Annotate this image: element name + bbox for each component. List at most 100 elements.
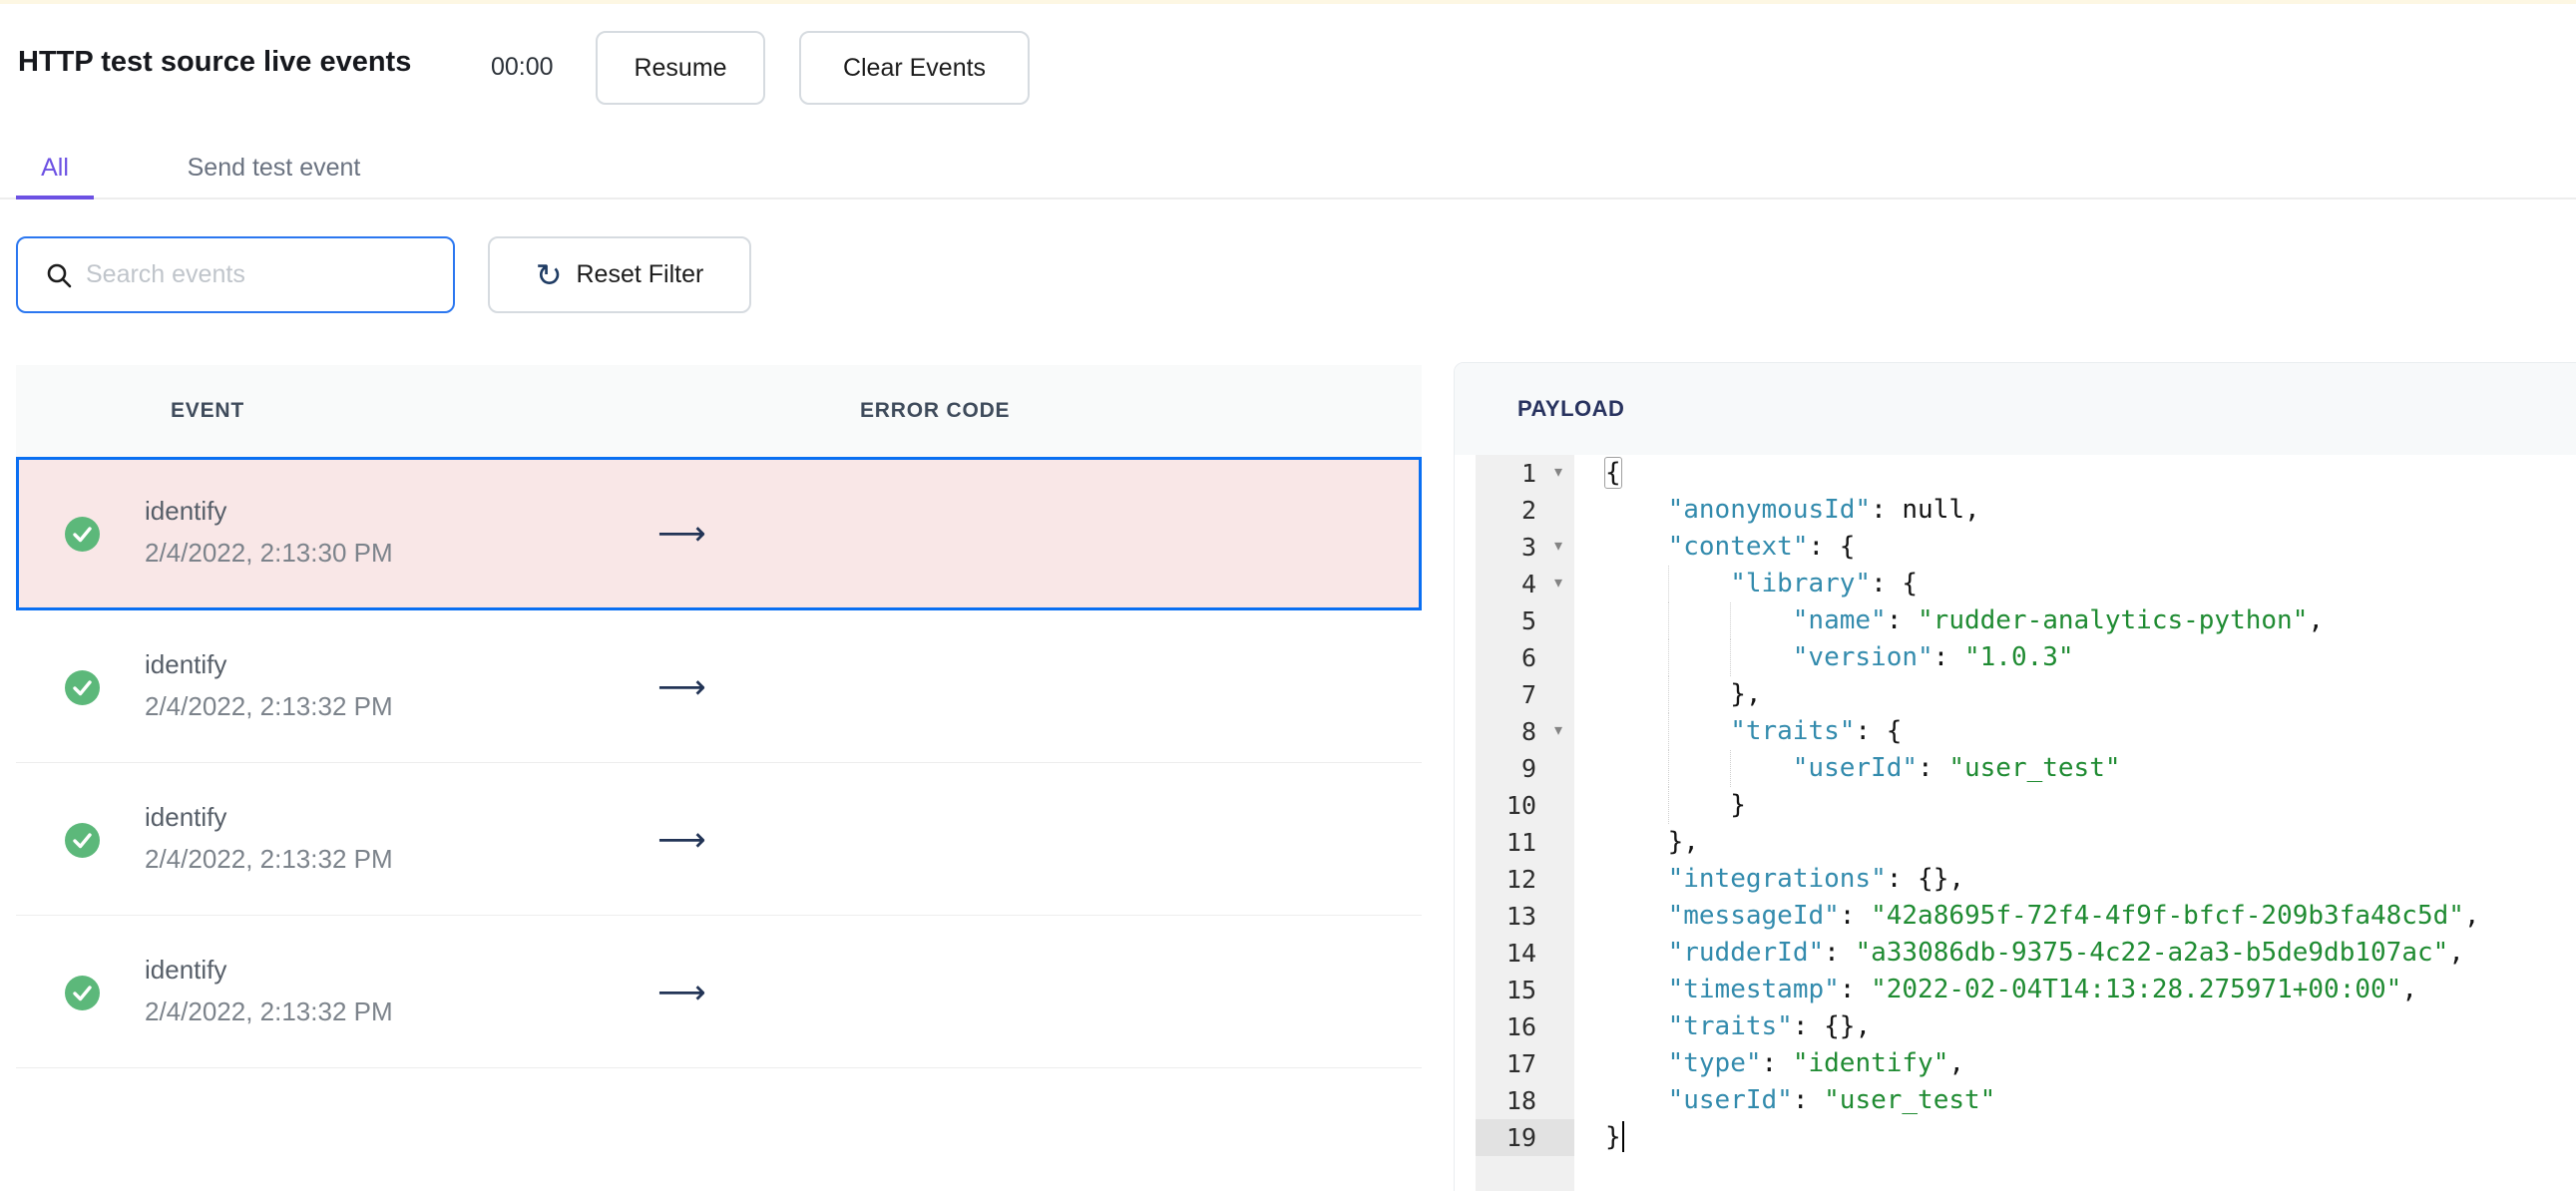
long-right-arrow-icon: ⟶ <box>657 973 706 1012</box>
live-events-timer: 00:00 <box>491 53 554 81</box>
event-timestamp: 2/4/2022, 2:13:30 PM <box>145 538 393 568</box>
code-line: 17 "type": "identify", <box>1455 1045 2576 1082</box>
event-type-label: identify <box>145 496 227 526</box>
payload-title: PAYLOAD <box>1517 396 1625 421</box>
code-line-text: }, <box>1667 827 1699 857</box>
line-number: 8 <box>1520 717 1536 746</box>
code-line: 11}, <box>1455 824 2576 861</box>
live-events-table: EVENT ERROR CODE identify 2/4/2022, 2:13:… <box>16 365 1422 1068</box>
code-line: 13 "messageId": "42a8695f-72f4-4f9f-bfcf-… <box>1455 898 2576 935</box>
line-number-cell: 10 <box>1476 787 1574 824</box>
line-number-cell: 16 <box>1476 1008 1574 1045</box>
code-line: 14 "rudderId": "a33086db-9375-4c22-a2a3-b… <box>1455 935 2576 972</box>
code-line-text: "timestamp": "2022-02-04T14:13:28.275971… <box>1667 975 2417 1004</box>
code-line: 6 "version": "1.0.3" <box>1455 639 2576 676</box>
long-right-arrow-icon: ⟶ <box>657 820 706 860</box>
refresh-icon: ↻ <box>535 256 563 293</box>
code-line-text: { <box>1604 457 1622 489</box>
line-number: 19 <box>1505 1123 1536 1152</box>
event-timestamp: 2/4/2022, 2:13:32 PM <box>145 996 393 1026</box>
code-line-text: } <box>1605 787 1746 824</box>
event-type-label: identify <box>145 649 227 679</box>
text-cursor <box>1621 1121 1624 1152</box>
code-line: 9 "userId": "user_test" <box>1455 750 2576 787</box>
code-line: 16 "traits": {}, <box>1455 1008 2576 1045</box>
code-line-text: "anonymousId": null, <box>1667 495 1980 525</box>
payload-json-editor[interactable]: 1 ▾{2 "anonymousId": null, 3 ▾ "context": {4 ▾… <box>1455 455 2576 1191</box>
event-row[interactable]: identify 2/4/2022, 2:13:30 PM ⟶ <box>16 457 1422 610</box>
code-line-text: "library": { <box>1605 566 1918 602</box>
event-row[interactable]: identify 2/4/2022, 2:13:32 PM ⟶ <box>16 763 1422 916</box>
success-check-circle-icon <box>65 517 100 552</box>
line-number: 1 <box>1520 459 1536 488</box>
success-check-circle-icon <box>65 976 100 1010</box>
code-line-text: "name": "rudder-analytics-python", <box>1605 602 2324 639</box>
reset-filter-button[interactable]: ↻ Reset Filter <box>488 236 751 313</box>
event-row[interactable]: identify 2/4/2022, 2:13:32 PM ⟶ <box>16 916 1422 1068</box>
column-header-event: EVENT <box>171 399 245 422</box>
event-row[interactable]: identify 2/4/2022, 2:13:32 PM ⟶ <box>16 610 1422 763</box>
code-line: 5 "name": "rudder-analytics-python", <box>1455 602 2576 639</box>
line-number: 9 <box>1520 754 1536 783</box>
line-number-cell: 17 <box>1476 1045 1574 1082</box>
fold-arrow-icon[interactable]: ▾ <box>1554 455 1562 492</box>
long-right-arrow-icon: ⟶ <box>657 667 706 707</box>
line-number-cell: 2 <box>1476 492 1574 529</box>
line-number-cell: 7 <box>1476 676 1574 713</box>
code-line-text: "traits": { <box>1605 713 1902 750</box>
page-title: HTTP test source live events <box>18 46 412 78</box>
tab-all[interactable]: All <box>16 140 94 196</box>
code-line-text: } <box>1605 1119 1624 1156</box>
fold-arrow-icon[interactable]: ▾ <box>1554 529 1562 566</box>
code-line: 18 "userId": "user_test" <box>1455 1082 2576 1119</box>
code-line: 19} <box>1455 1119 2576 1156</box>
line-number: 18 <box>1505 1086 1536 1115</box>
column-header-error-code: ERROR CODE <box>860 399 1011 422</box>
fold-arrow-icon[interactable]: ▾ <box>1554 713 1562 750</box>
line-number: 17 <box>1505 1049 1536 1078</box>
code-line-text: "version": "1.0.3" <box>1605 639 2074 676</box>
code-line-text: "rudderId": "a33086db-9375-4c22-a2a3-b5d… <box>1667 938 2464 968</box>
code-line: 15 "timestamp": "2022-02-04T14:13:28.2759… <box>1455 972 2576 1008</box>
line-number: 5 <box>1520 606 1536 635</box>
line-number: 13 <box>1505 902 1536 931</box>
line-number: 2 <box>1520 496 1536 525</box>
tab-send-test-event[interactable]: Send test event <box>173 140 375 196</box>
code-line: 1 ▾ { <box>1455 455 2576 492</box>
event-type-label: identify <box>145 802 227 832</box>
line-number-cell: 3 ▾ <box>1476 529 1574 566</box>
search-events-box[interactable] <box>16 236 455 313</box>
line-number-cell: 15 <box>1476 972 1574 1008</box>
line-number: 3 <box>1520 533 1536 562</box>
resume-button[interactable]: Resume <box>596 31 765 105</box>
line-number: 4 <box>1520 570 1536 598</box>
line-number-cell: 5 <box>1476 602 1574 639</box>
line-number: 6 <box>1520 643 1536 672</box>
code-line-text: "userId": "user_test" <box>1605 750 2121 787</box>
code-line: 12 "integrations": {}, <box>1455 861 2576 898</box>
line-number-cell: 12 <box>1476 861 1574 898</box>
line-number-cell: 14 <box>1476 935 1574 972</box>
line-number-cell: 18 <box>1476 1082 1574 1119</box>
clear-events-button[interactable]: Clear Events <box>799 31 1030 105</box>
code-line: 2 "anonymousId": null, <box>1455 492 2576 529</box>
code-line-text: "userId": "user_test" <box>1667 1085 1996 1115</box>
code-line-text: "type": "identify", <box>1667 1048 1965 1078</box>
code-line: 10} <box>1455 787 2576 824</box>
line-number-cell: 13 <box>1476 898 1574 935</box>
line-number: 12 <box>1505 865 1536 894</box>
fold-arrow-icon[interactable]: ▾ <box>1554 566 1562 602</box>
code-line: 3 ▾ "context": { <box>1455 529 2576 566</box>
search-icon <box>47 263 72 287</box>
line-number-cell: 9 <box>1476 750 1574 787</box>
line-number-cell: 8 ▾ <box>1476 713 1574 750</box>
search-events-input[interactable] <box>86 244 443 305</box>
payload-header: PAYLOAD <box>1455 363 2576 455</box>
line-number-cell: 6 <box>1476 639 1574 676</box>
events-table-header: EVENT ERROR CODE <box>16 365 1422 457</box>
success-check-circle-icon <box>65 670 100 705</box>
line-number-cell: 4 ▾ <box>1476 566 1574 602</box>
line-number: 7 <box>1520 680 1536 709</box>
top-accent-bar <box>0 0 2576 4</box>
line-number: 15 <box>1505 976 1536 1004</box>
